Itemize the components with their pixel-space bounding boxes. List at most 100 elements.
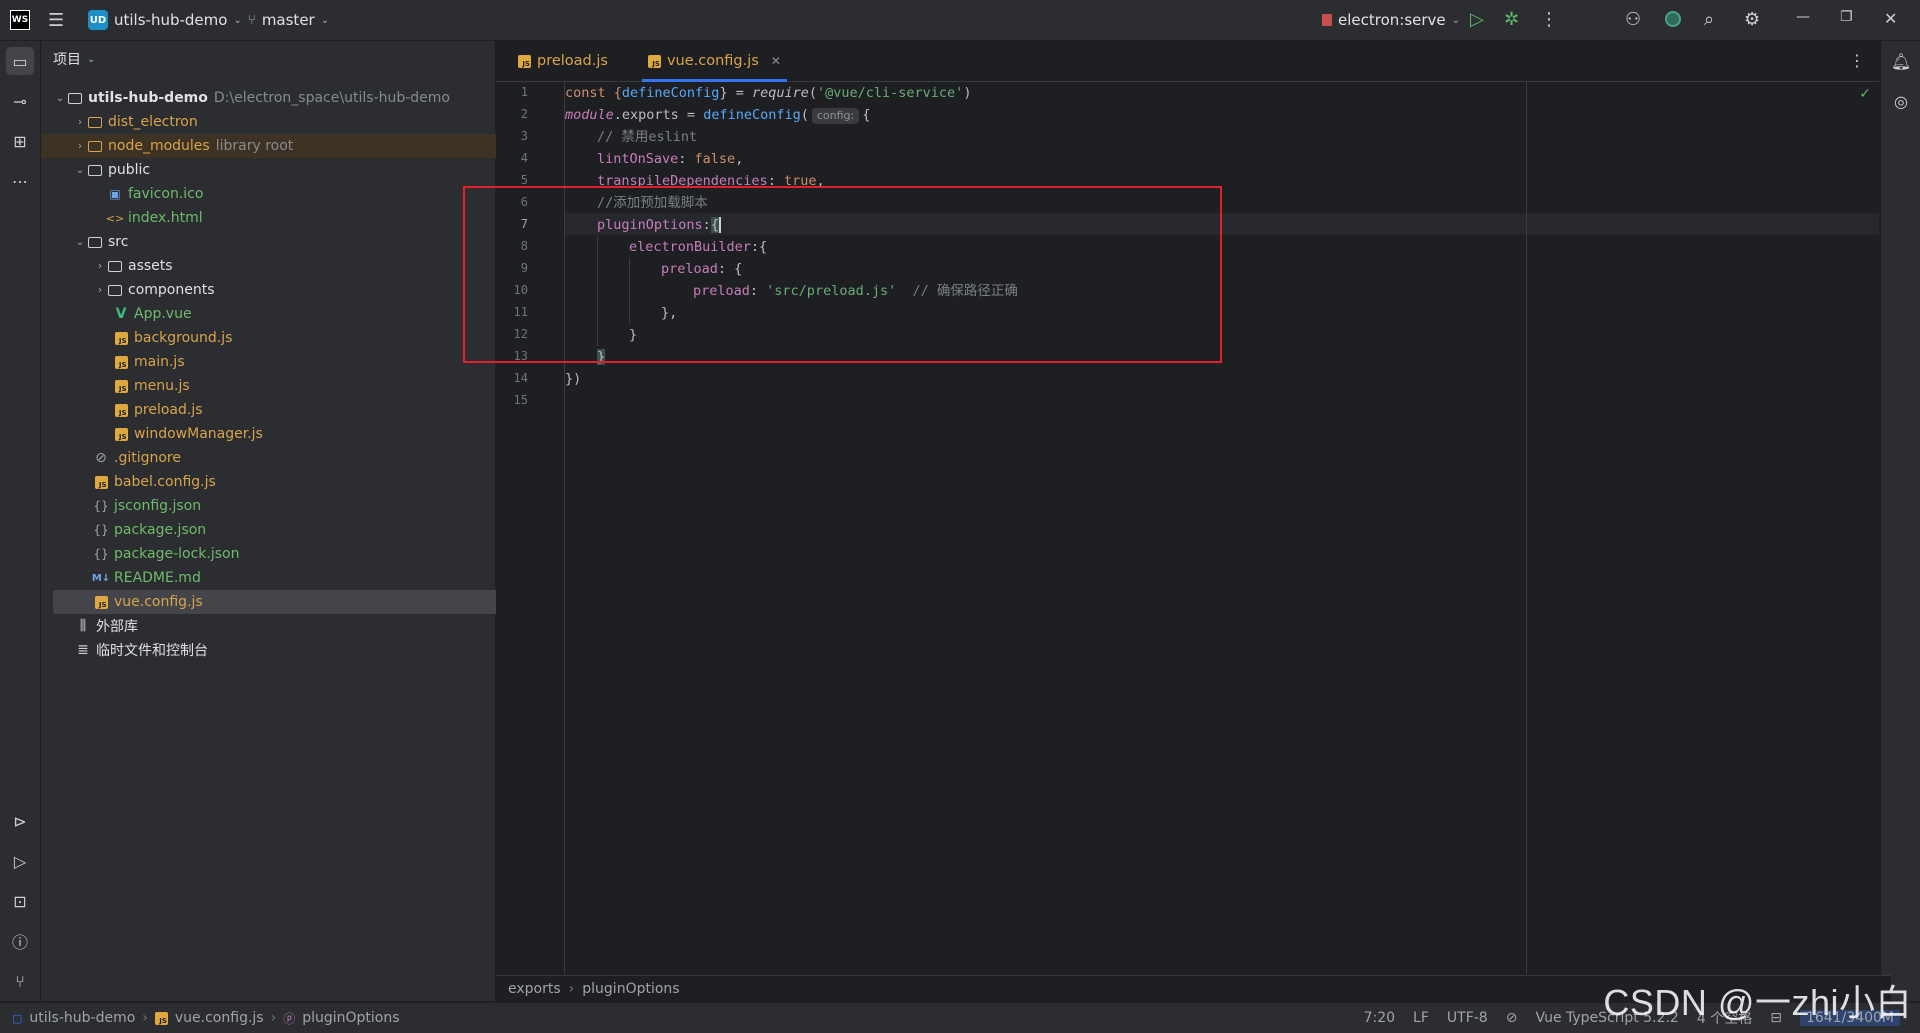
right-margin-guide	[1526, 82, 1527, 974]
run-tool-icon[interactable]: ▷	[6, 847, 34, 875]
tree-item-label: package-lock.json	[114, 546, 240, 562]
tree-item-label: dist_electron	[108, 114, 198, 130]
tree-item[interactable]: M↓ README.md	[41, 566, 547, 590]
ai-chat-icon[interactable]: ◎	[1887, 87, 1915, 115]
code-token: defineConfig	[703, 107, 801, 123]
tree-item-label: assets	[128, 258, 173, 274]
no-highlighting-icon[interactable]: ⊘	[1506, 1010, 1518, 1026]
project-tool-icon[interactable]: ▭	[6, 47, 34, 75]
close-tab-icon[interactable]: ✕	[771, 54, 781, 68]
code-token: (	[808, 85, 818, 101]
json-file-icon: {}	[93, 499, 109, 513]
more-actions-icon[interactable]: ⋮	[1540, 9, 1558, 30]
tree-item[interactable]: JS preload.js	[41, 398, 567, 422]
code-token: // 禁用eslint	[597, 129, 698, 145]
chevron-right-icon: ›	[78, 140, 82, 152]
file-encoding[interactable]: UTF-8	[1447, 1010, 1488, 1026]
project-panel-header[interactable]: 项目 ⌄	[41, 41, 495, 77]
status-file[interactable]: vue.config.js	[175, 1010, 264, 1026]
tree-item[interactable]: {} package.json	[41, 518, 547, 542]
line-number: 1	[520, 85, 528, 99]
tree-item[interactable]: › node_modules library root	[41, 134, 527, 158]
tab-preload-js[interactable]: JS preload.js	[504, 41, 622, 81]
chevron-down-icon: ⌄	[320, 14, 330, 26]
tree-item[interactable]: JS babel.config.js	[41, 470, 547, 494]
tree-item[interactable]: {} jsconfig.json	[41, 494, 547, 518]
editor-tabs: JS preload.js JS vue.config.js ✕ ⋮	[496, 41, 1879, 82]
tree-item[interactable]: {} package-lock.json	[41, 542, 547, 566]
run-config-selector[interactable]: electron:serve ⌄	[1322, 11, 1460, 29]
add-user-icon[interactable]: ⚇	[1625, 9, 1641, 30]
tree-item[interactable]: › dist_electron	[41, 110, 527, 134]
tab-options-icon[interactable]: ⋮	[1849, 51, 1865, 70]
tree-item[interactable]: ⌄ src	[41, 230, 527, 254]
tree-item[interactable]: ⫼ 外部库	[41, 614, 529, 638]
js-file-icon: JS	[113, 402, 129, 418]
tree-root-path: D:\electron_space\utils-hub-demo	[213, 90, 450, 106]
status-symbol[interactable]: pluginOptions	[302, 1010, 399, 1026]
tree-item-label: main.js	[134, 354, 185, 370]
chevron-expanded-icon: ⌄	[75, 164, 85, 176]
property-icon: ⓟ	[283, 1011, 296, 1026]
tree-item-selected[interactable]: JS vue.config.js	[53, 590, 523, 614]
breadcrumb-separator-icon: ›	[568, 981, 575, 997]
chevron-expanded-icon: ⌄	[55, 92, 65, 104]
chevron-expanded-icon: ⌄	[75, 236, 85, 248]
breadcrumb-item[interactable]: pluginOptions	[582, 981, 679, 997]
restore-icon[interactable]: ❐	[1840, 9, 1853, 25]
more-tools-icon[interactable]: ⋯	[6, 167, 34, 195]
git-tool-icon[interactable]: ⑂	[6, 967, 34, 995]
folder-icon	[87, 138, 103, 154]
tree-item[interactable]: JS windowManager.js	[41, 422, 567, 446]
js-file-icon: JS	[518, 54, 531, 68]
project-panel-title: 项目	[53, 52, 81, 68]
status-project[interactable]: utils-hub-demo	[29, 1010, 135, 1026]
tree-item[interactable]: ⊘ .gitignore	[41, 446, 547, 470]
tree-item[interactable]: JS menu.js	[41, 374, 567, 398]
git-branch-icon: ⑂	[248, 12, 256, 28]
tree-item-label: components	[128, 282, 215, 298]
terminal-tool-icon[interactable]: ⊡	[6, 887, 34, 915]
no-problems-check-icon[interactable]: ✓	[1859, 86, 1871, 102]
tree-root[interactable]: ⌄ utils-hub-demo D:\electron_space\utils…	[41, 86, 507, 110]
branch-switcher[interactable]: ⑂ master ⌄	[248, 11, 329, 29]
problems-tool-icon[interactable]: ⓘ	[6, 927, 34, 955]
caret-position[interactable]: 7:20	[1364, 1010, 1395, 1026]
js-file-icon: JS	[113, 426, 129, 442]
tree-item[interactable]: ⌄ public	[41, 158, 527, 182]
npm-icon	[1322, 14, 1332, 26]
tree-item-label: index.html	[128, 210, 203, 226]
structure-tool-icon[interactable]: ⊞	[6, 127, 34, 155]
status-breadcrumb: ▢ utils-hub-demo › JS vue.config.js › ⓟ …	[12, 1010, 400, 1027]
folder-icon	[87, 162, 103, 178]
code-token: false	[694, 151, 736, 167]
search-icon[interactable]: ⌕	[1704, 9, 1714, 30]
debug-icon[interactable]: ✲	[1504, 9, 1519, 30]
settings-gear-icon[interactable]: ⚙	[1744, 9, 1760, 30]
project-switcher[interactable]: UD utils-hub-demo ⌄	[88, 10, 242, 30]
commit-tool-icon[interactable]: ⊸	[6, 87, 34, 115]
tree-item-label: background.js	[134, 330, 233, 346]
main-menu-icon[interactable]: ☰	[48, 10, 64, 31]
tree-item[interactable]: ≣ 临时文件和控制台	[41, 638, 529, 662]
branch-name: master	[261, 11, 315, 29]
run-config-name: electron:serve	[1338, 11, 1446, 29]
close-window-icon[interactable]: ✕	[1884, 9, 1897, 28]
ai-assistant-icon[interactable]	[1665, 11, 1681, 27]
line-separator[interactable]: LF	[1413, 1010, 1429, 1026]
breadcrumb-item[interactable]: exports	[508, 981, 561, 997]
code-token: ,	[735, 151, 744, 167]
code-token: } =	[719, 85, 752, 101]
services-tool-icon[interactable]: ⊳	[6, 807, 34, 835]
project-name: utils-hub-demo	[114, 11, 228, 29]
image-file-icon: ▣	[109, 187, 121, 201]
folder-icon	[67, 90, 83, 106]
line-number: 3	[520, 129, 528, 143]
minimize-icon[interactable]: —	[1796, 9, 1810, 25]
notifications-icon[interactable]: 🔔︎	[1887, 47, 1915, 75]
run-icon[interactable]: ▷	[1470, 9, 1484, 30]
title-bar: WS ☰ UD utils-hub-demo ⌄ ⑂ master ⌄ elec…	[0, 0, 1920, 41]
app-logo[interactable]: WS	[10, 10, 30, 30]
tab-vue-config-js[interactable]: JS vue.config.js ✕	[634, 41, 795, 82]
library-icon: ⫼	[79, 618, 87, 634]
